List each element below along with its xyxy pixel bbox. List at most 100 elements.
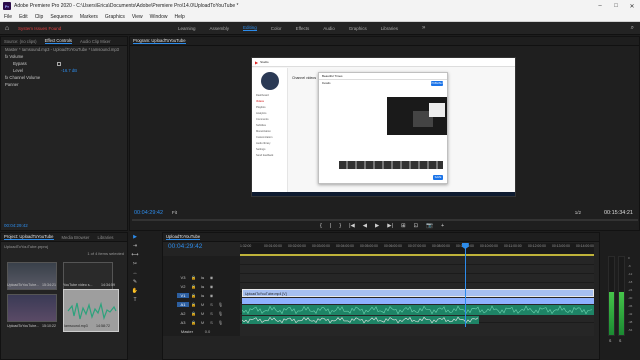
track-header-v2[interactable]: V2 🔒 ⇋ ◉ (163, 282, 240, 291)
playhead[interactable] (464, 243, 466, 327)
button-editor-button[interactable]: + (441, 223, 444, 229)
sync-icon[interactable]: ⇋ (198, 275, 207, 280)
fx-row-panner[interactable]: Panner (1, 81, 127, 88)
pen-tool-icon[interactable]: ✎ (130, 279, 140, 285)
workspace-effects[interactable]: Effects (296, 26, 310, 31)
tab-project[interactable]: Project: UploadToYouTube (4, 234, 54, 240)
menu-help[interactable]: Help (174, 14, 184, 20)
mute-icon[interactable]: M (198, 320, 207, 325)
menu-file[interactable]: File (4, 14, 12, 20)
sync-icon[interactable]: ⇋ (198, 293, 207, 298)
track-header-a1[interactable]: A1 🔒 M S 🎙 (163, 300, 240, 309)
playback-resolution-select[interactable]: 1/2 (575, 210, 581, 215)
menu-window[interactable]: Window (150, 14, 168, 20)
lock-icon[interactable]: 🔒 (189, 311, 198, 316)
audio-clip-a1[interactable] (242, 305, 594, 315)
effect-controls-timecode[interactable]: 00:04:29:42 (4, 223, 28, 228)
track-lane[interactable] (240, 274, 594, 283)
workspace-color[interactable]: Color (271, 26, 282, 31)
search-icon[interactable]: ⌕ (631, 25, 634, 32)
video-clip-v1[interactable]: UploadToYouTube.mp4 [V] (242, 289, 594, 297)
add-marker-button[interactable]: | (330, 223, 331, 229)
track-lane[interactable] (240, 265, 594, 274)
tab-source[interactable]: Source: (no clips) (4, 39, 37, 44)
maximize-icon[interactable]: □ (608, 3, 624, 9)
selection-tool-icon[interactable]: ▶ (130, 234, 140, 240)
fx-row-bypass[interactable]: Bypass (1, 60, 127, 67)
razor-tool-icon[interactable]: ✂ (130, 261, 140, 267)
system-issues-alert[interactable]: System Issues Found (18, 26, 178, 31)
project-item-thumbnail[interactable] (7, 294, 57, 322)
close-icon[interactable]: ✕ (624, 3, 640, 10)
mic-icon[interactable]: 🎙 (216, 302, 225, 307)
zoom-fit-select[interactable]: Fit (172, 210, 177, 215)
ripple-edit-tool-icon[interactable]: ⟷ (130, 252, 140, 258)
step-back-button[interactable]: ◀ (363, 223, 367, 229)
solo-icon[interactable]: S (207, 302, 216, 307)
menu-clip[interactable]: Clip (35, 14, 44, 20)
minimize-icon[interactable]: – (592, 3, 608, 9)
mark-out-button[interactable]: } (339, 223, 341, 229)
bypass-checkbox[interactable] (56, 61, 61, 66)
menu-markers[interactable]: Markers (80, 14, 98, 20)
fx-row-channel-volume[interactable]: fx Channel Volume (1, 74, 127, 81)
export-frame-icon[interactable]: 📷 (426, 223, 433, 229)
lock-icon[interactable]: 🔒 (189, 275, 198, 280)
extract-button[interactable]: ⊡ (414, 223, 419, 229)
lift-button[interactable]: ⊞ (401, 223, 406, 229)
go-to-in-button[interactable]: |◀ (349, 223, 355, 229)
menu-edit[interactable]: Edit (19, 14, 28, 20)
solo-icon[interactable]: S (207, 311, 216, 316)
track-header-v1[interactable]: V1 🔒 ⇋ ◉ (163, 291, 240, 300)
solo-right-button[interactable]: S (619, 339, 621, 343)
tab-effect-controls[interactable]: Effect Controls (44, 38, 72, 44)
menu-graphics[interactable]: Graphics (105, 14, 125, 20)
solo-icon[interactable]: S (207, 320, 216, 325)
audio-clip-a2[interactable] (242, 316, 479, 324)
sync-icon[interactable]: ⇋ (198, 284, 207, 289)
lock-icon[interactable]: 🔒 (189, 302, 198, 307)
type-tool-icon[interactable]: T (130, 297, 140, 303)
tab-media-browser[interactable]: Media Browser (62, 235, 90, 240)
mic-icon[interactable]: 🎙 (216, 311, 225, 316)
workspace-assembly[interactable]: Assembly (210, 26, 230, 31)
workspace-learning[interactable]: Learning (178, 26, 196, 31)
tab-libraries[interactable]: Libraries (97, 235, 113, 240)
track-header-v3[interactable]: V3 🔒 ⇋ ◉ (163, 273, 240, 282)
tab-audio-clip-mixer[interactable]: Audio Clip Mixer (80, 39, 111, 44)
track-header-master[interactable]: Master 0.0 (163, 327, 240, 336)
home-icon[interactable]: ⌂ (0, 25, 14, 32)
workspace-editing[interactable]: Editing (243, 25, 257, 31)
track-select-tool-icon[interactable]: ⇥ (130, 243, 140, 249)
hand-tool-icon[interactable]: ✋ (130, 288, 140, 294)
mute-icon[interactable]: M (198, 311, 207, 316)
program-scrub-bar[interactable] (132, 219, 638, 221)
tab-sequence[interactable]: UploadToYouTube (166, 234, 201, 240)
eye-icon[interactable]: ◉ (207, 284, 216, 289)
fx-row-level[interactable]: Level -16.7 dB (1, 67, 127, 74)
workspace-graphics[interactable]: Graphics (349, 26, 367, 31)
mic-icon[interactable]: 🎙 (216, 320, 225, 325)
workspace-libraries[interactable]: Libraries (381, 26, 398, 31)
program-timecode-left[interactable]: 00:04:29:42 (134, 210, 163, 216)
more-workspaces-icon[interactable]: » (422, 25, 425, 31)
slip-tool-icon[interactable]: ↔ (130, 270, 140, 276)
lock-icon[interactable]: 🔒 (189, 284, 198, 289)
eye-icon[interactable]: ◉ (207, 293, 216, 298)
track-header-a2[interactable]: A2 🔒 M S 🎙 (163, 309, 240, 318)
menu-sequence[interactable]: Sequence (50, 14, 73, 20)
mark-in-button[interactable]: { (320, 223, 322, 229)
step-forward-button[interactable]: ▶| (387, 223, 393, 229)
eye-icon[interactable]: ◉ (207, 275, 216, 280)
tab-program[interactable]: Program: UploadToYouTube (133, 38, 186, 44)
master-level[interactable]: 0.0 (203, 329, 212, 334)
video-clip-lower[interactable] (242, 298, 594, 304)
track-header-a3[interactable]: A3 🔒 M S 🎙 (163, 318, 240, 327)
play-button[interactable]: ▶ (375, 223, 379, 229)
mute-icon[interactable]: M (198, 302, 207, 307)
track-lane[interactable] (240, 256, 594, 265)
menu-view[interactable]: View (132, 14, 143, 20)
workspace-audio[interactable]: Audio (323, 26, 335, 31)
timeline-timecode[interactable]: 00:04:29:42 (168, 243, 202, 250)
lock-icon[interactable]: 🔒 (189, 320, 198, 325)
